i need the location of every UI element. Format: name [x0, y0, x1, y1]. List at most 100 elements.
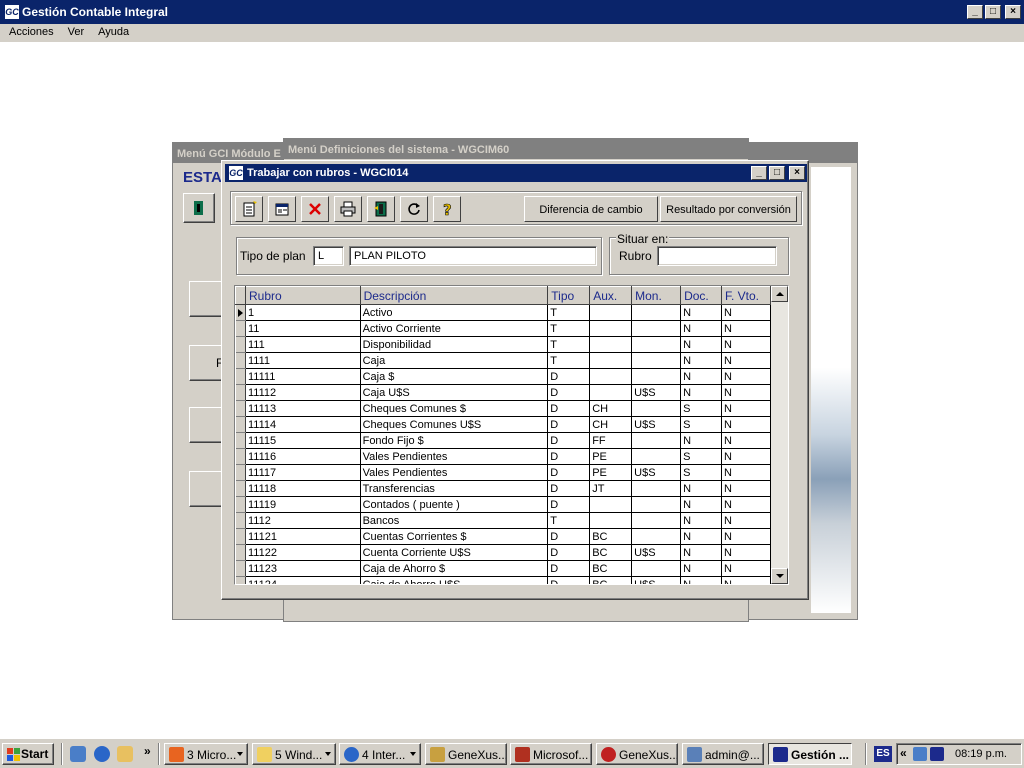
cell-doc[interactable]: S — [680, 400, 722, 417]
tray-expand-icon[interactable]: « — [900, 746, 907, 760]
cell-descripcion[interactable]: Cheques Comunes $ — [360, 400, 549, 417]
row-selector[interactable] — [235, 320, 246, 337]
cell-doc[interactable]: N — [680, 384, 722, 401]
cell-descripcion[interactable]: Caja U$S — [360, 384, 549, 401]
minimize-button[interactable]: _ — [751, 166, 767, 180]
cell-rubro[interactable]: 11124 — [245, 576, 361, 584]
cell-mon[interactable] — [631, 512, 682, 529]
cell-mon[interactable] — [631, 560, 682, 577]
print-button[interactable] — [334, 196, 362, 222]
cell-descripcion[interactable]: Cuenta Corriente U$S — [360, 544, 549, 561]
cell-tipo[interactable]: D — [547, 480, 591, 497]
table-row[interactable]: 11111 Caja $ D N N — [235, 368, 771, 385]
task-genexus-2[interactable]: GeneXus... — [596, 743, 678, 765]
cell-rubro[interactable]: 11 — [245, 320, 361, 337]
exit-button[interactable] — [367, 196, 395, 222]
help-button[interactable]: ? — [433, 196, 461, 222]
cell-doc[interactable]: N — [680, 304, 722, 321]
cell-fvto[interactable]: N — [721, 512, 771, 529]
start-button[interactable]: Start — [2, 743, 54, 765]
table-row[interactable]: 1111 Caja T N N — [235, 352, 771, 369]
cell-mon[interactable] — [631, 304, 682, 321]
cell-doc[interactable]: N — [680, 480, 722, 497]
cell-descripcion[interactable]: Fondo Fijo $ — [360, 432, 549, 449]
cell-tipo[interactable]: D — [547, 432, 591, 449]
cell-fvto[interactable]: N — [721, 416, 771, 433]
cell-tipo[interactable]: D — [547, 496, 591, 513]
menu-ver[interactable]: Ver — [59, 24, 90, 38]
cell-aux[interactable] — [589, 384, 633, 401]
cell-rubro[interactable]: 11116 — [245, 448, 361, 465]
row-selector[interactable] — [235, 336, 246, 353]
window-menu-definiciones-title[interactable]: Menú Definiciones del sistema - WGCIM60 — [284, 139, 748, 159]
vertical-scrollbar[interactable] — [771, 286, 788, 584]
rubros-grid[interactable]: Rubro Descripción Tipo Aux. Mon. Doc. F.… — [234, 285, 789, 585]
cell-aux[interactable] — [589, 496, 633, 513]
maximize-button[interactable]: □ — [985, 5, 1001, 19]
window-trabajar-titlebar[interactable]: GC Trabajar con rubros - WGCI014 _ □ × — [225, 164, 807, 182]
cell-rubro[interactable]: 11112 — [245, 384, 361, 401]
cell-descripcion[interactable]: Caja de Ahorro $ — [360, 560, 549, 577]
outlook-quicklaunch-icon[interactable] — [117, 746, 133, 762]
cell-doc[interactable]: N — [680, 576, 722, 584]
cell-rubro[interactable]: 111 — [245, 336, 361, 353]
refresh-button[interactable] — [400, 196, 428, 222]
table-row[interactable]: 11123 Caja de Ahorro $ D BC N N — [235, 560, 771, 577]
row-selector[interactable] — [235, 368, 246, 385]
show-desktop-icon[interactable] — [70, 746, 86, 762]
cell-doc[interactable]: N — [680, 544, 722, 561]
table-row[interactable]: 11119 Contados ( puente ) D N N — [235, 496, 771, 513]
cell-rubro[interactable]: 11111 — [245, 368, 361, 385]
table-row[interactable]: 11116 Vales Pendientes D PE S N — [235, 448, 771, 465]
cell-aux[interactable] — [589, 352, 633, 369]
cell-descripcion[interactable]: Caja — [360, 352, 549, 369]
cell-tipo[interactable]: D — [547, 464, 591, 481]
table-row[interactable]: 11118 Transferencias D JT N N — [235, 480, 771, 497]
cell-rubro[interactable]: 11113 — [245, 400, 361, 417]
table-row[interactable]: 11114 Cheques Comunes U$S D CH U$S S N — [235, 416, 771, 433]
delete-button[interactable] — [301, 196, 329, 222]
table-row[interactable]: 1112 Bancos T N N — [235, 512, 771, 529]
cell-fvto[interactable]: N — [721, 304, 771, 321]
cell-descripcion[interactable]: Transferencias — [360, 480, 549, 497]
cell-tipo[interactable]: D — [547, 384, 591, 401]
row-selector[interactable] — [235, 544, 246, 561]
cell-mon[interactable] — [631, 432, 682, 449]
row-selector[interactable] — [235, 528, 246, 545]
cell-aux[interactable] — [589, 368, 633, 385]
cell-tipo[interactable]: T — [547, 320, 591, 337]
cell-descripcion[interactable]: Activo — [360, 304, 549, 321]
row-selector[interactable] — [235, 432, 246, 449]
column-header-tipo[interactable]: Tipo — [547, 286, 591, 305]
cell-descripcion[interactable]: Disponibilidad — [360, 336, 549, 353]
column-header-aux[interactable]: Aux. — [589, 286, 633, 305]
cell-mon[interactable] — [631, 336, 682, 353]
cell-fvto[interactable]: N — [721, 560, 771, 577]
table-row[interactable]: 1 Activo T N N — [235, 304, 771, 321]
cell-mon[interactable]: U$S — [631, 464, 682, 481]
properties-button[interactable] — [268, 196, 296, 222]
cell-aux[interactable]: BC — [589, 544, 633, 561]
cell-tipo[interactable]: D — [547, 544, 591, 561]
minimize-button[interactable]: _ — [967, 5, 983, 19]
cell-aux[interactable] — [589, 512, 633, 529]
menu-ayuda[interactable]: Ayuda — [89, 24, 134, 38]
cell-tipo[interactable]: D — [547, 576, 591, 584]
cell-tipo[interactable]: D — [547, 560, 591, 577]
cell-fvto[interactable]: N — [721, 400, 771, 417]
cell-doc[interactable]: N — [680, 320, 722, 337]
cell-mon[interactable]: U$S — [631, 384, 682, 401]
cell-descripcion[interactable]: Caja $ — [360, 368, 549, 385]
cell-descripcion[interactable]: Vales Pendientes — [360, 464, 549, 481]
cell-fvto[interactable]: N — [721, 448, 771, 465]
cell-aux[interactable]: JT — [589, 480, 633, 497]
cell-descripcion[interactable]: Activo Corriente — [360, 320, 549, 337]
row-selector[interactable] — [235, 576, 246, 584]
cell-doc[interactable]: N — [680, 512, 722, 529]
task-microsoft[interactable]: Microsof... — [510, 743, 592, 765]
table-row[interactable]: 11124Caja de Ahorro U$SDBCU$SNN — [235, 576, 771, 584]
cell-tipo[interactable]: D — [547, 416, 591, 433]
task-gestion[interactable]: Gestión ... — [768, 743, 852, 765]
table-row[interactable]: 11117 Vales Pendientes D PE U$S S N — [235, 464, 771, 481]
cell-tipo[interactable]: T — [547, 304, 591, 321]
